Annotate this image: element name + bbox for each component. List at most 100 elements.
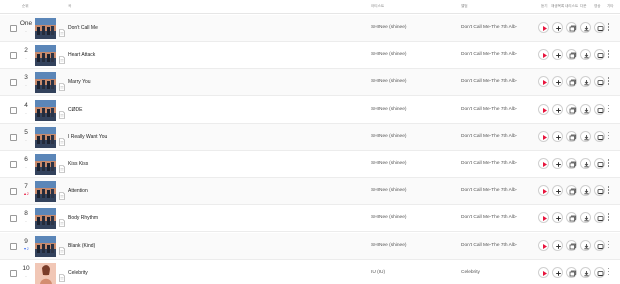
play-button[interactable] <box>538 212 549 224</box>
album-art[interactable] <box>35 18 56 39</box>
track-info-icon[interactable] <box>59 24 65 37</box>
album-art[interactable] <box>35 99 56 121</box>
add-to-playlist-button[interactable] <box>552 266 563 278</box>
video-button[interactable] <box>594 239 605 251</box>
play-button[interactable] <box>538 103 549 115</box>
album-art[interactable] <box>35 235 56 257</box>
video-button[interactable] <box>594 266 605 278</box>
track-checkbox[interactable] <box>10 52 17 60</box>
album-art[interactable] <box>35 181 56 203</box>
track-title[interactable]: Attention <box>68 187 88 195</box>
more-icon[interactable] <box>607 131 610 143</box>
more-icon[interactable] <box>607 267 610 279</box>
more-icon[interactable] <box>607 186 610 197</box>
track-row[interactable]: 7 ▲2 Attention SHINee (shinee) Don't Call Me… <box>0 178 620 206</box>
track-title[interactable]: Kiss Kiss <box>68 160 88 168</box>
track-row[interactable]: 6 - Kiss Kiss SHINee (shinee) Don't Call Me-… <box>0 151 620 178</box>
video-button[interactable] <box>594 130 605 142</box>
more-icon[interactable] <box>607 77 610 88</box>
track-info-icon[interactable] <box>59 214 65 228</box>
track-checkbox[interactable] <box>10 188 17 196</box>
track-info-icon[interactable] <box>59 242 65 255</box>
download-button[interactable] <box>580 239 591 251</box>
video-button[interactable] <box>594 158 605 169</box>
track-row[interactable]: 3- Marry You SHINee (shinee) Don't Call Me-… <box>0 69 620 97</box>
track-album[interactable]: Don't Call Me-The 7th Alb- <box>461 106 517 114</box>
track-row[interactable]: One - Don't Call Me SHINee (shinee) Don't Ca… <box>0 15 620 42</box>
play-button[interactable] <box>538 49 549 61</box>
album-art[interactable] <box>35 72 56 94</box>
download-button[interactable] <box>580 49 591 61</box>
add-to-my-list-button[interactable] <box>566 76 577 88</box>
track-artist[interactable]: IU (IU) <box>371 269 385 277</box>
more-icon[interactable] <box>607 213 610 224</box>
more-icon[interactable] <box>607 104 610 116</box>
track-info-icon[interactable] <box>59 187 65 200</box>
track-checkbox[interactable] <box>10 133 17 141</box>
track-info-icon[interactable] <box>59 78 65 92</box>
track-checkbox[interactable] <box>10 161 17 168</box>
track-info-icon[interactable] <box>59 133 65 146</box>
track-info-icon[interactable] <box>59 160 65 173</box>
video-button[interactable] <box>594 76 605 88</box>
video-button[interactable] <box>594 212 605 224</box>
play-button[interactable] <box>538 239 549 251</box>
track-info-icon[interactable] <box>59 51 65 64</box>
track-title[interactable]: Heart Attack <box>68 51 95 59</box>
download-button[interactable] <box>580 266 591 278</box>
track-checkbox[interactable] <box>10 25 17 32</box>
more-icon[interactable] <box>607 50 610 61</box>
play-button[interactable] <box>538 185 549 197</box>
add-to-playlist-button[interactable] <box>552 76 563 88</box>
track-artist[interactable]: SHINee (shinee) <box>371 133 406 141</box>
track-title[interactable]: Marry You <box>68 78 91 86</box>
track-album[interactable]: Don't Call Me-The 7th Alb- <box>461 133 517 141</box>
track-info-icon[interactable] <box>59 106 65 119</box>
track-title[interactable]: Body Rhythm <box>68 214 98 222</box>
track-title[interactable]: I Really Want You <box>68 133 107 141</box>
track-row[interactable]: 10- Celebrity IU (IU) Celebrity <box>0 260 620 284</box>
add-to-my-list-button[interactable] <box>566 130 577 142</box>
video-button[interactable] <box>594 22 605 33</box>
track-row[interactable]: 2- Heart Attack SHINee (shinee) Don't Call … <box>0 42 620 70</box>
track-album[interactable]: Don't Call Me-The 7th Alb- <box>461 242 517 250</box>
add-to-my-list-button[interactable] <box>566 185 577 197</box>
video-button[interactable] <box>594 185 605 197</box>
track-album[interactable]: Don't Call Me-The 7th Alb- <box>461 187 517 195</box>
track-title[interactable]: CØDE <box>68 106 82 114</box>
track-artist[interactable]: SHINee (shinee) <box>371 187 406 195</box>
track-artist[interactable]: SHINee (shinee) <box>371 160 406 168</box>
album-art[interactable] <box>35 45 56 67</box>
play-button[interactable] <box>538 130 549 142</box>
track-checkbox[interactable] <box>10 79 17 87</box>
track-row[interactable]: 5- I Really Want You SHINee (shinee) Don't … <box>0 123 620 151</box>
track-album[interactable]: Celebrity <box>461 269 480 277</box>
play-button[interactable] <box>538 158 549 169</box>
track-artist[interactable]: SHINee (shinee) <box>371 106 406 114</box>
album-art[interactable] <box>35 208 56 230</box>
add-to-my-list-button[interactable] <box>566 158 577 169</box>
play-button[interactable] <box>538 76 549 88</box>
more-icon[interactable] <box>607 23 610 34</box>
add-to-playlist-button[interactable] <box>552 239 563 251</box>
video-button[interactable] <box>594 49 605 61</box>
download-button[interactable] <box>580 212 591 224</box>
more-icon[interactable] <box>607 159 610 170</box>
download-button[interactable] <box>580 22 591 33</box>
add-to-playlist-button[interactable] <box>552 49 563 61</box>
download-button[interactable] <box>580 185 591 197</box>
download-button[interactable] <box>580 76 591 88</box>
add-to-playlist-button[interactable] <box>552 22 563 33</box>
track-checkbox[interactable] <box>10 215 17 223</box>
track-row[interactable]: 4- CØDE SHINee (shinee) Don't Call Me-The 7… <box>0 97 620 124</box>
play-button[interactable] <box>538 266 549 278</box>
download-button[interactable] <box>580 158 591 169</box>
track-artist[interactable]: SHINee (shinee) <box>371 24 406 32</box>
track-album[interactable]: Don't Call Me-The 7th Alb- <box>461 24 517 32</box>
track-title[interactable]: Don't Call Me <box>68 24 98 32</box>
add-to-my-list-button[interactable] <box>566 49 577 61</box>
track-title[interactable]: Celebrity <box>68 269 88 277</box>
track-checkbox[interactable] <box>10 242 17 250</box>
add-to-my-list-button[interactable] <box>566 22 577 33</box>
track-album[interactable]: Don't Call Me-The 7th Alb- <box>461 78 517 86</box>
